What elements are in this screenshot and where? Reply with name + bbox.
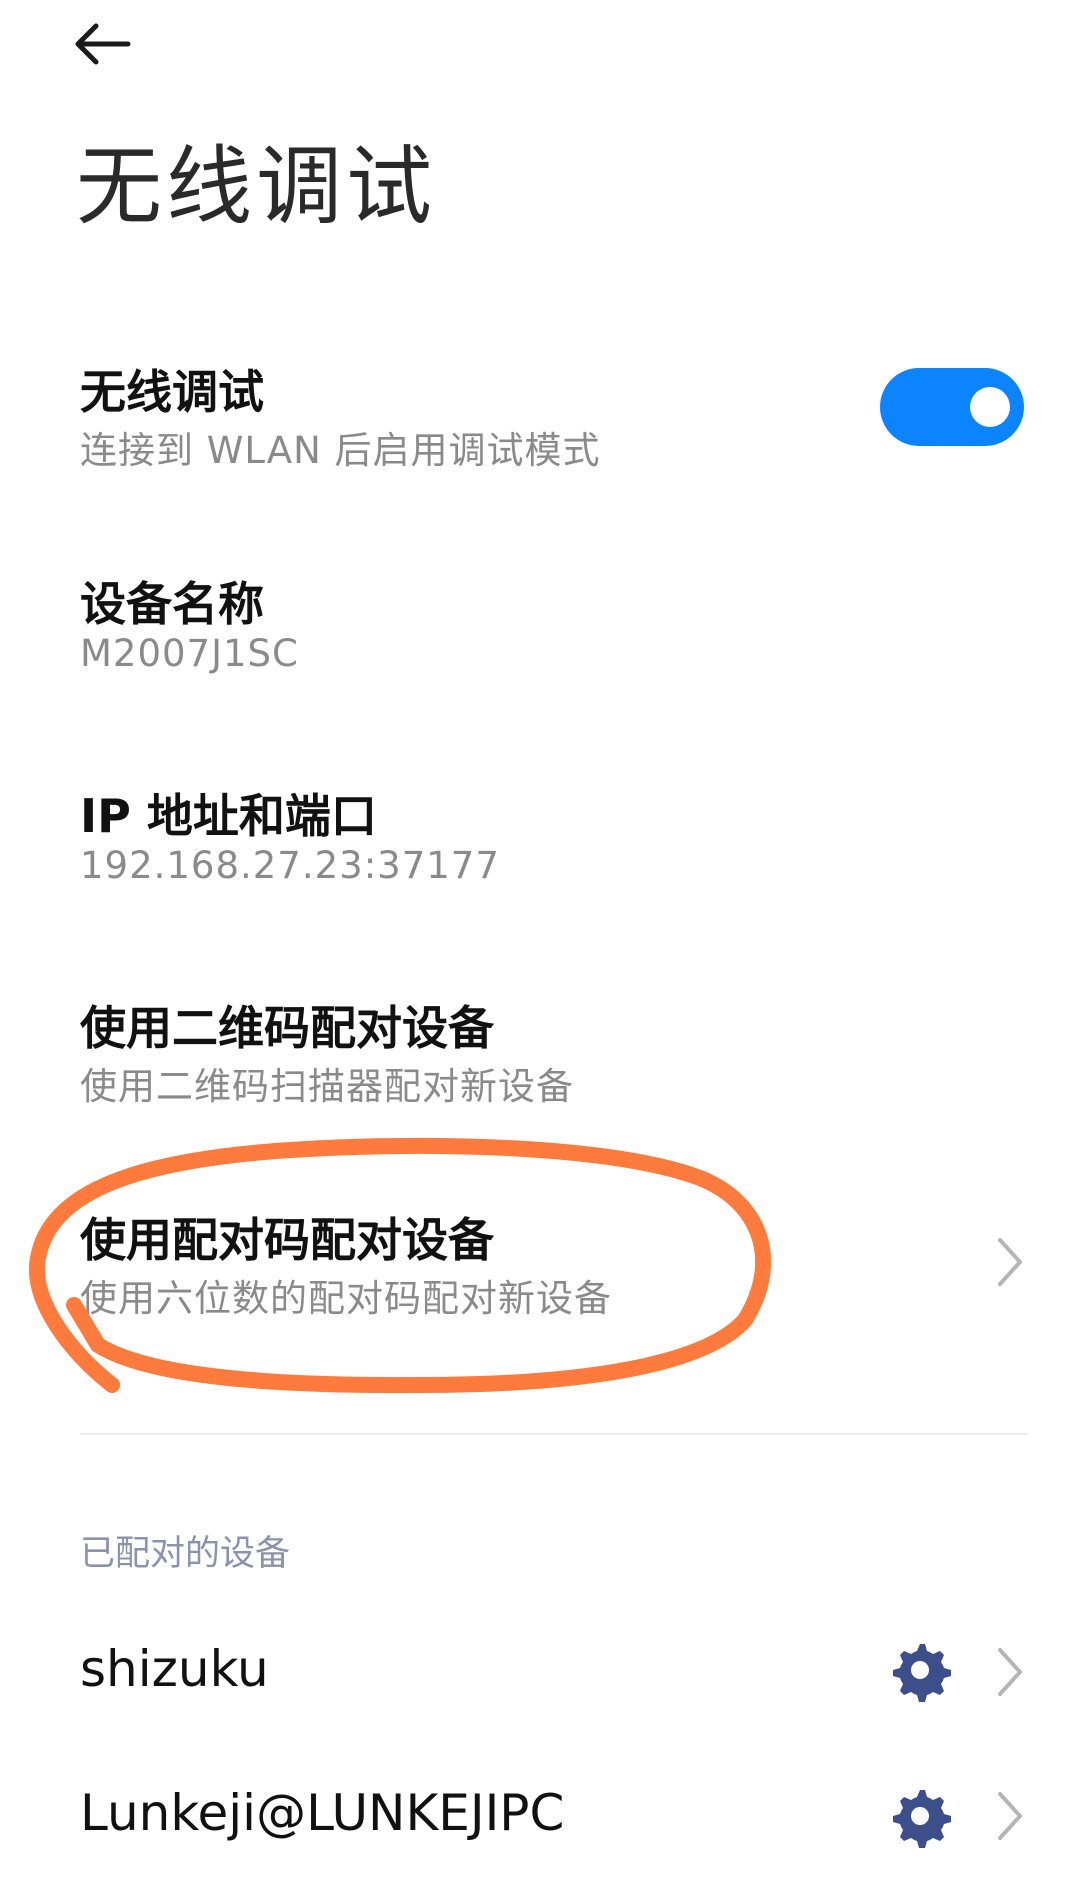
chevron-right-icon xyxy=(998,1648,1022,1696)
device-name-title: 设备名称 xyxy=(80,577,264,631)
page-title: 无线调试 xyxy=(76,137,436,237)
paired-device-name: Lunkeji@LUNKEJIPC xyxy=(80,1784,565,1842)
device-name-row: 设备名称 M2007J1SC xyxy=(0,552,1080,692)
paired-device-name: shizuku xyxy=(80,1640,269,1698)
pair-qr-row[interactable]: 使用二维码配对设备 使用二维码扫描器配对新设备 xyxy=(0,976,1080,1116)
arrow-left-icon xyxy=(75,23,131,65)
pair-code-subtitle: 使用六位数的配对码配对新设备 xyxy=(80,1277,612,1320)
section-divider xyxy=(80,1433,1028,1435)
paired-device-row[interactable]: shizuku xyxy=(0,1612,1080,1732)
pair-code-row[interactable]: 使用配对码配对设备 使用六位数的配对码配对新设备 xyxy=(0,1188,1080,1338)
wireless-debugging-toggle[interactable] xyxy=(880,368,1024,446)
ip-port-row: IP 地址和端口 192.168.27.23:37177 xyxy=(0,764,1080,904)
paired-device-row[interactable]: Lunkeji@LUNKEJIPC xyxy=(0,1778,1080,1898)
pair-qr-title: 使用二维码配对设备 xyxy=(80,1001,494,1055)
wireless-debugging-subtitle: 连接到 WLAN 后启用调试模式 xyxy=(80,429,601,472)
wireless-debugging-row[interactable]: 无线调试 连接到 WLAN 后启用调试模式 xyxy=(0,340,1080,480)
chevron-right-icon xyxy=(998,1792,1022,1840)
device-name-value: M2007J1SC xyxy=(80,632,299,675)
pair-code-title: 使用配对码配对设备 xyxy=(80,1213,494,1267)
chevron-right-icon xyxy=(998,1238,1022,1286)
gear-icon[interactable] xyxy=(888,1638,952,1702)
toggle-knob xyxy=(970,387,1010,427)
paired-devices-header: 已配对的设备 xyxy=(80,1534,291,1574)
gear-icon[interactable] xyxy=(888,1784,952,1848)
wireless-debugging-title: 无线调试 xyxy=(80,365,264,419)
pair-qr-subtitle: 使用二维码扫描器配对新设备 xyxy=(80,1065,574,1108)
ip-port-value: 192.168.27.23:37177 xyxy=(80,844,500,887)
ip-port-title: IP 地址和端口 xyxy=(80,789,377,843)
back-button[interactable] xyxy=(70,14,140,74)
